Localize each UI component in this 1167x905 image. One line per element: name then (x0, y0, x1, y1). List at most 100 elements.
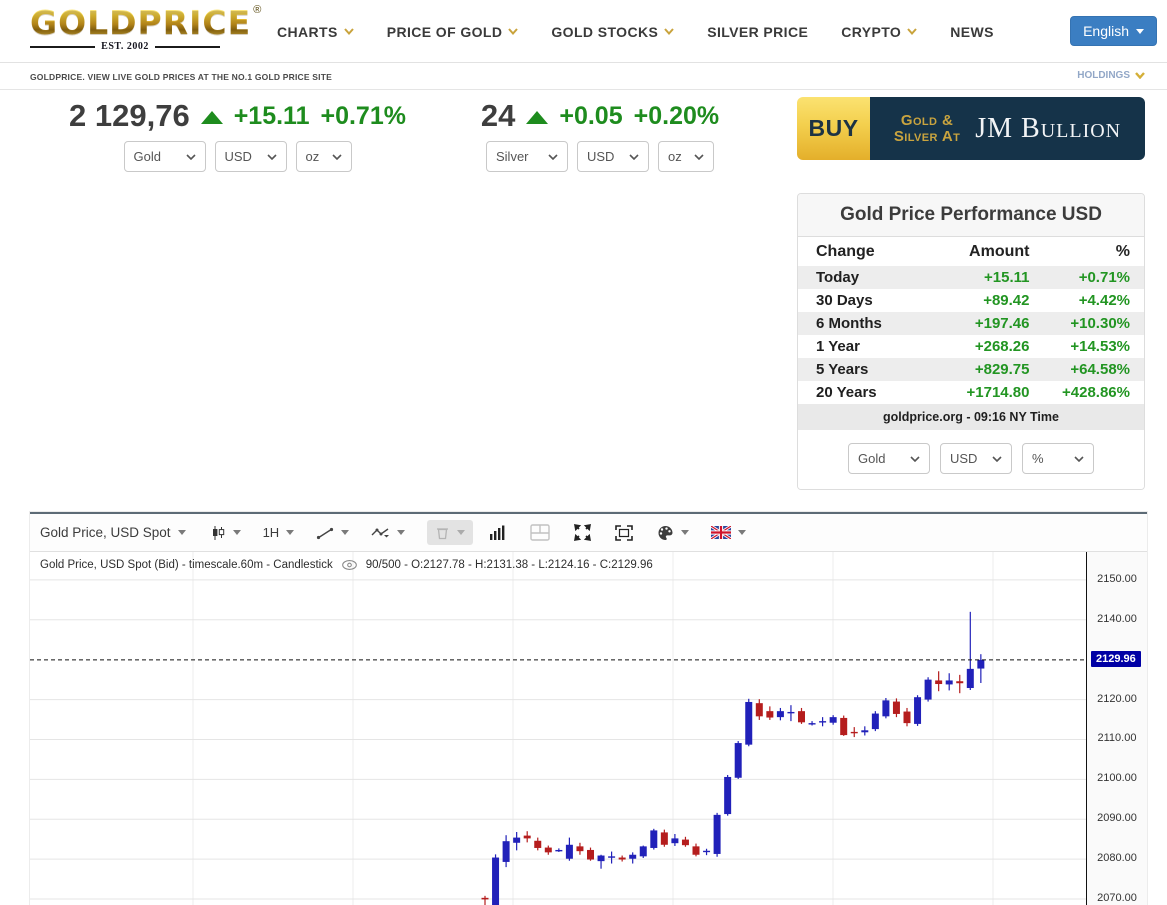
goldprice-logo[interactable]: GOLDPRICE ® EST. 2002 (30, 4, 261, 52)
gold-performance-card: Gold Price Performance USD Change Amount… (797, 193, 1145, 490)
gold-price-change: +15.11 (233, 101, 310, 130)
performance-metal-select[interactable]: Gold (848, 443, 930, 474)
logo-rule-right (154, 45, 221, 48)
caret-down-icon (738, 530, 747, 535)
table-row: Today +15.11 +0.71% (798, 266, 1144, 289)
chevron-down-icon (548, 153, 558, 160)
price-axis[interactable]: 2150.00 2140.00 2120.00 2110.00 2100.00 2090.… (1086, 552, 1147, 905)
draw-line-tool-dropdown[interactable] (316, 526, 350, 540)
chevron-down-icon (508, 28, 519, 35)
performance-timestamp: goldprice.org - 09:16 NY Time (798, 404, 1144, 430)
silver-price-value: 24 (480, 98, 516, 133)
volume-bars-icon (490, 525, 505, 540)
chevron-down-icon (1135, 72, 1145, 79)
fullscreen-button[interactable] (615, 524, 633, 541)
language-button[interactable]: English (1070, 16, 1157, 46)
chevron-down-icon (907, 28, 917, 35)
chevron-down-icon (266, 153, 277, 160)
price-axis-label: 2140.00 (1097, 612, 1137, 625)
nav-item-news[interactable]: NEWS (950, 24, 994, 40)
chevron-down-icon (185, 153, 196, 160)
chart-region: Gold Price, USD Spot (Bid) - timescale.6… (30, 552, 1147, 905)
grid-layout-icon (530, 524, 550, 541)
price-axis-label: 2100.00 (1097, 772, 1137, 785)
gold-metal-select[interactable]: Gold (123, 141, 206, 172)
chart-language-dropdown[interactable] (711, 526, 747, 539)
timeframe-dropdown[interactable]: 1H (263, 525, 295, 540)
silver-unit-select[interactable]: oz (658, 141, 714, 172)
page: GOLDPRICE ® EST. 2002 CHARTS PRICE OF GO… (0, 0, 1167, 905)
up-arrow-icon (526, 110, 549, 124)
chart-info-line: Gold Price, USD Spot (Bid) - timescale.6… (40, 559, 653, 571)
gold-unit-select[interactable]: oz (295, 141, 352, 172)
performance-currency-select[interactable]: USD (940, 443, 1012, 474)
silver-metal-select[interactable]: Silver (486, 141, 568, 172)
gold-silver-at-label: Gold & Silver At (893, 111, 961, 145)
price-axis-label: 2090.00 (1097, 812, 1137, 825)
expand-arrows-icon (574, 524, 592, 541)
theme-dropdown[interactable] (657, 525, 690, 541)
price-axis-label: 2120.00 (1097, 692, 1137, 705)
chart-toolbar: Gold Price, USD Spot 1H (30, 514, 1147, 552)
trendline-icon (317, 527, 334, 539)
up-arrow-icon (200, 110, 223, 124)
fullscreen-frame-icon (615, 524, 633, 541)
silver-price-change: +0.05 (559, 101, 623, 130)
gold-currency-select[interactable]: USD (214, 141, 287, 172)
grid-layout-button[interactable] (530, 524, 550, 541)
caret-down-icon (397, 530, 406, 535)
silver-currency-select[interactable]: USD (577, 141, 649, 172)
chevron-down-icon (910, 455, 920, 462)
subbar: GOLDPRICE. VIEW LIVE GOLD PRICES AT THE … (0, 64, 1167, 90)
caret-down-icon (232, 530, 241, 535)
volume-toggle-button[interactable] (489, 525, 506, 540)
eye-icon[interactable] (341, 560, 357, 570)
jm-bullion-ad-banner[interactable]: BUY Gold & Silver At JM Bullion (797, 97, 1145, 160)
chevron-down-icon (331, 153, 342, 160)
price-axis-label: 2150.00 (1097, 572, 1137, 585)
table-row: 30 Days +89.42 +4.42% (816, 292, 1130, 309)
navbar: GOLDPRICE ® EST. 2002 CHARTS PRICE OF GO… (0, 0, 1167, 63)
table-row: 6 Months +197.46 +10.30% (798, 312, 1144, 335)
chevron-down-icon (343, 28, 354, 35)
chevron-down-icon (992, 455, 1002, 462)
caret-down-icon (286, 530, 295, 535)
chevron-down-icon (664, 28, 674, 35)
candlestick-chart-canvas[interactable] (30, 552, 1086, 905)
clear-drawings-dropdown-disabled (427, 520, 474, 545)
chart-ohlc-readout: 90/500 - O:2127.78 - H:2131.38 - L:2124.… (365, 559, 653, 571)
col-header-change: Change (816, 243, 875, 260)
symbol-dropdown[interactable]: Gold Price, USD Spot (40, 525, 186, 540)
chevron-down-icon (629, 153, 639, 160)
nav-item-price-of-gold[interactable]: PRICE OF GOLD (387, 24, 519, 40)
caret-down-icon (457, 530, 466, 535)
col-header-amount: Amount (969, 243, 1030, 260)
table-row: 1 Year +268.26 +14.53% (816, 338, 1130, 355)
price-axis-label: 2070.00 (1097, 892, 1137, 905)
logo-established: EST. 2002 (30, 41, 221, 52)
holdings-link[interactable]: HOLDINGS (1077, 70, 1145, 81)
caret-down-icon (341, 530, 350, 535)
caret-down-icon (177, 530, 186, 535)
palette-icon (658, 525, 673, 540)
nav-item-gold-stocks[interactable]: GOLD STOCKS (551, 24, 674, 40)
performance-title: Gold Price Performance USD (798, 194, 1144, 237)
performance-mode-select[interactable]: % (1022, 443, 1094, 474)
price-axis-label: 2110.00 (1097, 732, 1137, 745)
nav-item-charts[interactable]: CHARTS (277, 24, 354, 40)
indicator-zigzag-icon (371, 528, 390, 538)
expand-chart-button[interactable] (574, 524, 592, 541)
registered-mark: ® (253, 4, 262, 16)
studies-dropdown[interactable] (371, 526, 406, 539)
chart-type-dropdown[interactable] (210, 525, 241, 541)
nav-item-crypto[interactable]: CRYPTO (841, 24, 917, 40)
chevron-down-icon (1074, 455, 1084, 462)
chart-widget: Gold Price, USD Spot 1H Gold Price, USD … (30, 512, 1147, 905)
nav-item-silver-price[interactable]: SILVER PRICE (707, 24, 808, 40)
uk-flag-icon (711, 526, 732, 539)
trash-icon (437, 528, 449, 540)
site-tagline: GOLDPRICE. VIEW LIVE GOLD PRICES AT THE … (30, 72, 332, 82)
banner-right: Gold & Silver At JM Bullion (870, 97, 1145, 160)
logo-text: GOLDPRICE (30, 3, 252, 42)
silver-price-percent: +0.20% (633, 101, 720, 130)
